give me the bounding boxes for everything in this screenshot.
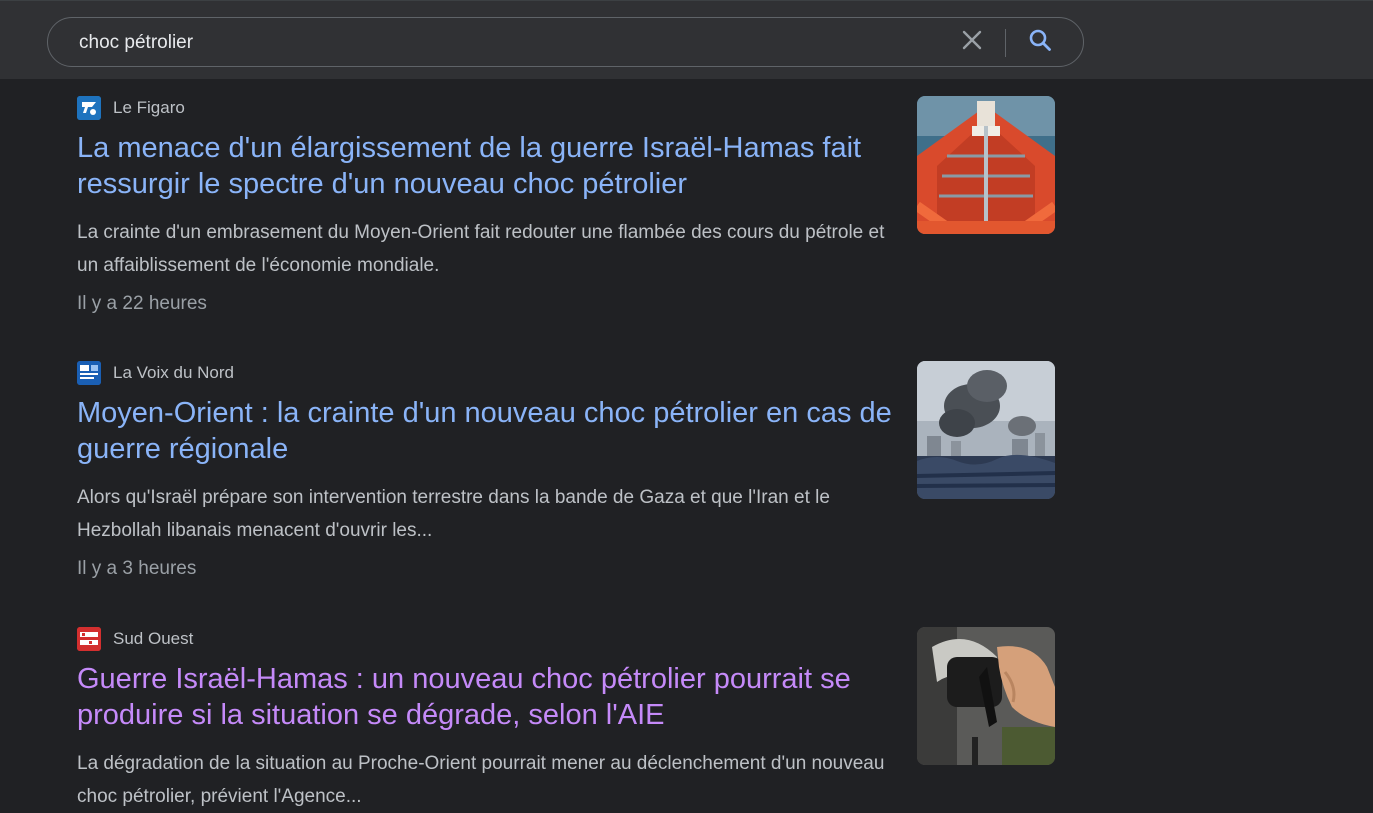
search-header: choc pétrolier (0, 0, 1373, 79)
search-icon (1028, 28, 1052, 57)
result-source-name: La Voix du Nord (113, 363, 234, 382)
result-source-name: Sud Ouest (113, 629, 194, 648)
result-snippet: Alors qu'Israël prépare son intervention… (77, 487, 830, 541)
la-voix-du-nord-favicon-icon (77, 361, 101, 385)
result-timestamp: Il y a 3 heures (77, 558, 197, 579)
result-headline-link[interactable]: Guerre Israël-Hamas : un nouveau choc pé… (77, 661, 897, 733)
result-headline-link[interactable]: La menace d'un élargissement de la guerr… (77, 130, 897, 202)
news-result[interactable]: La Voix du Nord Moyen-Orient : la craint… (77, 361, 1057, 591)
result-snippet: La dégradation de la situation au Proche… (77, 753, 885, 807)
result-headline-link[interactable]: Moyen-Orient : la crainte d'un nouveau c… (77, 395, 897, 467)
news-result[interactable]: Sud Ouest Guerre Israël-Hamas : un nouve… (77, 627, 1057, 807)
search-input[interactable]: choc pétrolier (47, 17, 1084, 67)
result-thumbnail-smoke-city[interactable] (917, 361, 1055, 499)
sud-ouest-favicon-icon (77, 627, 101, 651)
search-button[interactable] (1023, 26, 1057, 58)
result-source-row: Sud Ouest (77, 627, 193, 651)
close-icon (961, 29, 983, 56)
le-figaro-favicon-icon (77, 96, 101, 120)
search-query-text[interactable]: choc pétrolier (79, 32, 193, 54)
clear-search-button[interactable] (956, 26, 988, 58)
result-timestamp: Il y a 22 heures (77, 293, 207, 314)
search-divider (1005, 29, 1006, 57)
result-snippet: La crainte d'un embrasement du Moyen-Ori… (77, 222, 885, 276)
result-thumbnail-fuel-pump[interactable] (917, 627, 1055, 765)
result-source-name: Le Figaro (113, 98, 185, 117)
news-result[interactable]: Le Figaro La menace d'un élargissement d… (77, 96, 1057, 326)
result-thumbnail-tanker-ship[interactable] (917, 96, 1055, 234)
result-source-row: Le Figaro (77, 96, 185, 120)
result-source-row: La Voix du Nord (77, 361, 234, 385)
